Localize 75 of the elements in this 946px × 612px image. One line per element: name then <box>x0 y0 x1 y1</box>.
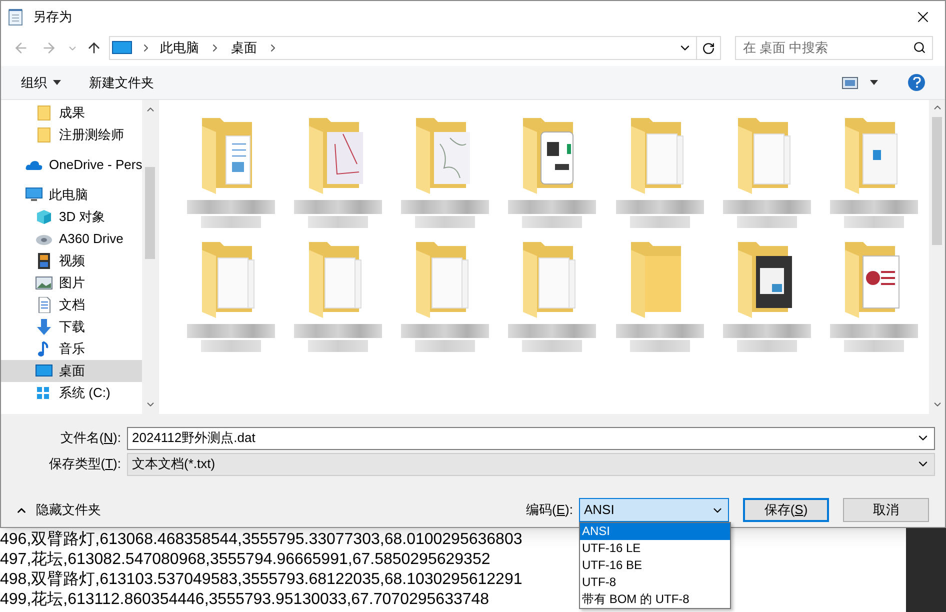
blurred-label <box>736 340 797 352</box>
sidebar-item[interactable]: 图片 <box>1 272 142 294</box>
blurred-label <box>415 340 476 352</box>
scrollbar[interactable] <box>929 100 945 414</box>
field-label: 编码(E): <box>526 501 573 520</box>
help-button[interactable] <box>908 74 925 91</box>
blurred-label <box>522 340 582 352</box>
sidebar-item[interactable]: OneDrive - Pers <box>1 154 142 176</box>
sidebar-item[interactable]: 文档 <box>1 294 142 316</box>
scrollbar[interactable] <box>142 100 158 414</box>
encoding-dropdown[interactable]: ANSI <box>579 498 729 522</box>
monitor-icon <box>25 187 43 203</box>
address-bar[interactable]: 此电脑 桌面 <box>109 36 721 60</box>
blurred-label <box>522 216 582 228</box>
download-arrow-icon <box>35 319 53 335</box>
new-folder-button[interactable]: 新建文件夹 <box>89 72 154 92</box>
blurred-label <box>201 340 261 352</box>
sidebar-item[interactable]: 此电脑 <box>1 184 142 206</box>
blurred-label <box>308 340 368 352</box>
sidebar-item[interactable]: 视频 <box>1 250 142 272</box>
text-line: 496,双臂路灯,613068.468358544,3555795.33077303,68.0100295636803 <box>0 530 522 550</box>
refresh-icon <box>702 42 715 54</box>
desktop-icon <box>35 363 53 379</box>
arrow-right-icon <box>41 40 57 56</box>
field-label: 保存类型(T): <box>48 455 121 474</box>
breadcrumb[interactable]: 桌面 <box>231 38 257 58</box>
encoding-option[interactable]: UTF-16 LE <box>580 540 730 557</box>
file-name-field[interactable]: 2024112野外测点.dat <box>127 426 935 450</box>
hide-folders-button[interactable]: 隐藏文件夹 <box>15 500 101 520</box>
notepad-icon <box>7 8 25 26</box>
scrollbar-thumb[interactable] <box>932 117 942 245</box>
encoding-option[interactable]: UTF-16 BE <box>580 557 730 574</box>
folder-icon <box>35 105 53 121</box>
caret-icon <box>870 80 878 85</box>
breadcrumb[interactable]: 此电脑 <box>160 38 199 58</box>
encoding-option[interactable]: UTF-8 <box>580 574 730 591</box>
file-type-dropdown[interactable]: 文本文档(*.txt) <box>127 452 935 476</box>
blurred-label <box>415 216 476 228</box>
sidebar-item[interactable]: 下载 <box>1 316 142 338</box>
caret-icon <box>53 80 61 85</box>
blurred-label <box>308 216 368 228</box>
folder-icon <box>35 127 53 143</box>
encoding-option[interactable]: ANSI <box>580 523 730 540</box>
text-line: 498,双臂路灯,613103.537049583,3555793.68122035,68.1030295612291 <box>0 570 522 590</box>
sidebar-item[interactable]: 系统 (C:) <box>1 382 142 404</box>
save-button[interactable]: 保存(S) <box>743 498 829 522</box>
blurred-label <box>201 216 261 228</box>
sidebar-item[interactable]: 桌面 <box>1 360 142 382</box>
sidebar-item[interactable]: 音乐 <box>1 338 142 360</box>
cube-icon <box>35 209 53 225</box>
encoding-option[interactable]: 带有 BOM 的 UTF-8 <box>580 591 730 608</box>
sidebar-item[interactable]: 3D 对象 <box>1 206 142 228</box>
question-mark-icon <box>912 77 920 88</box>
organize-menu-button[interactable]: 组织 <box>21 72 61 92</box>
cancel-button[interactable]: 取消 <box>843 498 929 522</box>
window-title: 另存为 <box>33 8 72 26</box>
blurred-label <box>736 216 797 228</box>
view-icon <box>842 76 858 88</box>
view-button[interactable] <box>842 76 878 88</box>
scrollbar-thumb[interactable] <box>145 167 155 259</box>
film-icon <box>35 253 53 269</box>
sidebar-item[interactable]: 成果 <box>1 102 142 124</box>
blurred-label <box>630 340 690 352</box>
sidebar-item[interactable]: A360 Drive <box>1 228 142 250</box>
text-line: 497,花坛,613082.547080968,3555794.96665991,67.5850295629352 <box>0 550 490 570</box>
monitor-icon <box>112 41 132 55</box>
sidebar-item[interactable]: 注册测绘师 <box>1 124 142 146</box>
picture-icon <box>35 275 53 291</box>
search-icon <box>913 40 926 54</box>
text-line: 499,花坛,613112.860354446,3555793.95130033,67.7070295633748 <box>0 590 490 610</box>
blurred-label <box>844 340 904 352</box>
search-field[interactable]: 在 桌面 中搜索 <box>735 36 933 60</box>
blurred-label <box>844 216 904 228</box>
field-label: 文件名(N): <box>60 429 121 448</box>
blurred-label <box>630 216 690 228</box>
